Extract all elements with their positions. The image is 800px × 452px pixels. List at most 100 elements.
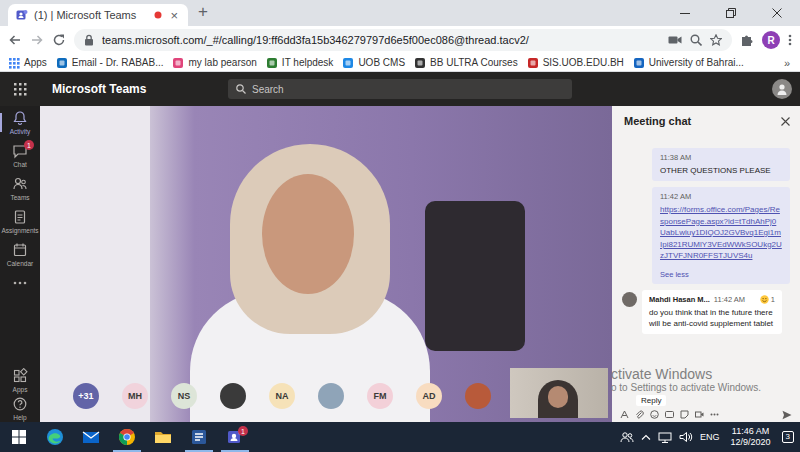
sticker-icon[interactable] [680,410,689,419]
attach-icon[interactable] [635,410,644,419]
reply-button[interactable]: Reply [636,395,666,406]
restore-icon[interactable] [726,8,736,18]
participant[interactable] [220,383,246,409]
bookmark-label: UOB CMS [358,57,405,68]
chrome-icon [117,427,137,447]
browser-tab[interactable]: (1) | Microsoft Teams× [8,4,188,26]
favicon-icon [266,57,278,69]
more-apps-icon[interactable] [13,281,27,285]
network-icon[interactable] [658,431,672,443]
bookmark[interactable]: SIS.UOB.EDU.BH [525,57,626,69]
bookmark[interactable]: my lab pearson [170,57,258,69]
taskbar: 1 ENG 11:46 AM12/9/2020 3 [0,422,800,452]
message-time: 11:42 AM [660,192,782,201]
rail-label: Apps [13,386,28,393]
see-less-button[interactable]: See less [660,270,782,279]
taskbar-app[interactable]: 1 [217,422,253,452]
people-icon[interactable] [620,431,634,443]
participant[interactable] [318,383,344,409]
zoom-icon[interactable] [690,34,702,46]
taskbar-app[interactable] [73,422,109,452]
assignments-icon [12,209,28,225]
apps-icon [12,368,28,384]
tab-bar: (1) | Microsoft Teams×+ [0,0,800,26]
back-icon[interactable] [8,33,22,47]
teams-title: Microsoft Teams [40,82,228,96]
clock[interactable]: 11:46 AM12/9/2020 [727,426,775,448]
star-icon[interactable] [710,34,722,46]
participant[interactable]: MH [122,383,148,409]
menu-icon[interactable] [788,33,792,47]
participant[interactable]: AD [416,383,442,409]
rail-item[interactable]: Assignments [0,205,40,238]
more-options-icon[interactable] [710,410,719,419]
message-link[interactable]: https://forms.office.com/Pages/ResponseP… [660,204,782,262]
participant[interactable]: NA [269,383,295,409]
clock-time: 11:46 AM [732,426,769,437]
participant[interactable] [465,383,491,409]
taskbar-app[interactable] [145,422,181,452]
new-tab-button[interactable]: + [188,2,218,25]
participant[interactable]: NS [171,383,197,409]
more-bookmarks-button[interactable]: » [780,57,794,69]
participant-avatar: +31 [73,383,99,409]
send-icon[interactable] [782,410,792,420]
favicon-icon [633,57,645,69]
teams-header: Microsoft Teams [0,72,800,106]
rail-item[interactable]: Teams [0,172,40,205]
bookmark[interactable]: University of Bahrai... [631,57,746,69]
camera-icon[interactable] [668,34,682,46]
participant-list: +31 MH NS NA FM AD [73,383,491,409]
lock-icon[interactable] [84,34,94,46]
emoji-icon[interactable] [650,410,659,419]
volume-icon[interactable] [679,431,693,443]
rail-item[interactable]: Calendar [0,238,40,271]
tab-close-button[interactable]: × [168,8,180,23]
gif-icon[interactable] [665,410,674,419]
reaction[interactable]: 1 [760,295,775,304]
extensions-icon[interactable] [740,33,754,47]
url-text[interactable]: teams.microsoft.com/_#/calling/19:ff6dd3… [102,34,660,46]
message-time: 11:38 AM [660,153,782,162]
rail-item[interactable]: Help [0,394,40,422]
participant-avatar: NA [269,383,295,409]
participant[interactable]: FM [367,383,393,409]
bookmark[interactable]: IT helpdesk [264,57,336,69]
reload-icon[interactable] [52,33,66,47]
compose-toolbar [612,407,800,422]
taskbar-app[interactable] [37,422,73,452]
rail-item[interactable]: Apps [0,366,40,394]
minimize-icon[interactable] [680,8,690,18]
rail-label: Help [13,414,26,421]
notifications-button[interactable]: 3 [782,431,794,443]
meet-icon[interactable] [695,410,704,419]
forward-icon[interactable] [30,33,44,47]
omnibox[interactable]: teams.microsoft.com/_#/calling/19:ff6dd3… [74,29,732,51]
taskbar-app[interactable] [109,422,145,452]
search-input[interactable] [252,84,564,95]
show-hidden-icons-icon[interactable] [641,433,651,441]
input-language[interactable]: ENG [700,432,720,442]
bookmark-label: SIS.UOB.EDU.BH [543,57,624,68]
format-icon[interactable] [620,410,629,419]
participant[interactable]: +31 [73,383,99,409]
close-window-icon[interactable] [772,8,782,18]
windows-start-icon[interactable] [12,430,26,444]
close-chat-icon[interactable] [781,117,790,126]
bookmark[interactable]: UOB CMS [340,57,407,69]
mail-icon [81,427,101,447]
bookmark[interactable]: Apps [6,57,49,69]
bookmark[interactable]: Email - Dr. RABAB... [54,57,166,69]
running-indicator [77,450,105,452]
rail-item[interactable]: 1Chat [0,139,40,172]
app-launcher-icon[interactable] [14,83,27,96]
search-box[interactable] [228,79,572,99]
profile-avatar[interactable]: R [762,31,780,49]
bookmark[interactable]: BB ULTRA Courses [412,57,520,69]
taskbar-app[interactable] [181,422,217,452]
running-indicator [41,450,69,452]
user-avatar[interactable] [772,79,792,99]
rail-item[interactable]: Activity [0,106,40,139]
edge-icon [45,427,65,447]
participant-avatar: MH [122,383,148,409]
